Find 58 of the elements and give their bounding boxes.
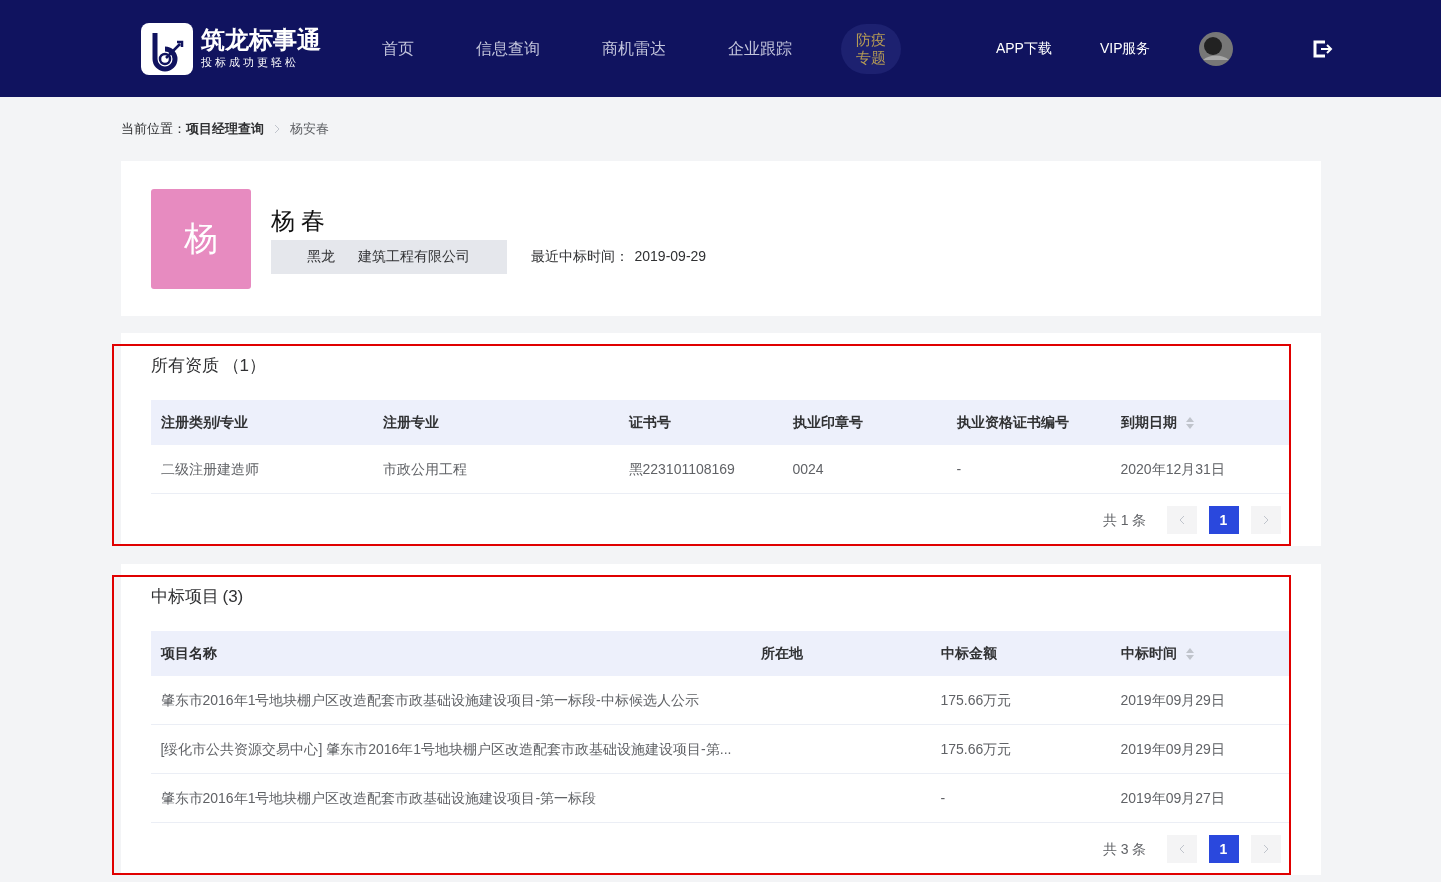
column-header: 中标金额 (940, 644, 997, 663)
company-tag: 黑龙 建筑工程有限公司 (270, 239, 507, 274)
breadcrumb-link[interactable]: 杨安春 (289, 119, 329, 139)
table-cell: 175.66万元 (940, 692, 1012, 708)
chevron-left-icon (1177, 844, 1186, 854)
table-cell: [绥化市公共资源交易中心] 肇东市2016年1号地块棚户区改造配套市政基础设施建设项目-第... (160, 741, 732, 757)
table-cell: 市政公用工程 (382, 461, 467, 477)
logo-icon (140, 22, 193, 75)
column-header: 执业资格证书编号 (956, 413, 1069, 432)
breadcrumb-link[interactable]: 项目经理查询 (185, 119, 264, 139)
page-button[interactable]: 1 (1208, 506, 1239, 534)
table-cell: - (956, 461, 962, 477)
chevron-right-icon (1261, 844, 1270, 854)
section-title: 中标项目 (150, 586, 219, 609)
nav-link[interactable]: 商机雷达 (588, 36, 679, 61)
column-header: 注册类别/专业 (160, 413, 249, 432)
section-title: 所有资质 (150, 355, 219, 378)
table-cell: 2019年09月29日 (1120, 741, 1225, 757)
chevron-right-icon (273, 124, 280, 134)
logo-title: 筑龙标事通 (200, 26, 321, 55)
table-cell: 175.66万元 (940, 741, 1012, 757)
breadcrumb-label: 当前位置： (120, 120, 186, 139)
table-cell: 2019年09月29日 (1120, 692, 1225, 708)
table-cell: 肇东市2016年1号地块棚户区改造配套市政基础设施建设项目-第一标段-中标候选人公示 (160, 692, 699, 708)
column-header: 所在地 (760, 644, 803, 663)
table-cell: 2019年09月27日 (1120, 790, 1225, 806)
sort-icon[interactable] (1184, 646, 1195, 661)
person-name: 杨 春 (270, 205, 327, 236)
last-win-date: 2019-09-29 (634, 247, 707, 266)
table-cell: 2020年12月31日 (1120, 461, 1225, 477)
logo-slogan: 投标成功更轻松 (200, 55, 300, 71)
table-cell: - (940, 790, 946, 806)
chevron-right-icon (1261, 515, 1270, 525)
nav-link[interactable]: 企业跟踪 (714, 36, 805, 61)
nav-link[interactable]: 信息查询 (462, 36, 553, 61)
header-link[interactable]: VIP服务 (1099, 38, 1151, 59)
table-cell: 肇东市2016年1号地块棚户区改造配套市政基础设施建设项目-第一标段 (160, 790, 597, 806)
section-count: （1） (222, 355, 266, 378)
table-cell: 0024 (792, 461, 824, 477)
avatar: 杨 (150, 188, 251, 289)
column-header: 证书号 (628, 413, 671, 432)
header-link[interactable]: APP下载 (995, 38, 1052, 59)
column-header: 执业印章号 (792, 413, 863, 432)
last-win-label: 最近中标时间： (530, 247, 629, 266)
column-header[interactable]: 中标时间 (1120, 643, 1177, 664)
section-count: (3) (222, 586, 244, 609)
chevron-left-icon (1177, 515, 1186, 525)
total-count: 共 3 条 (1102, 839, 1147, 859)
table-cell: 黑223101108169 (628, 461, 735, 477)
column-header: 项目名称 (160, 644, 217, 663)
nav-link[interactable]: 首页 (368, 36, 427, 61)
total-count: 共 1 条 (1102, 510, 1147, 530)
column-header[interactable]: 到期日期 (1120, 412, 1177, 433)
logout-icon[interactable] (1312, 39, 1333, 58)
sort-icon[interactable] (1184, 415, 1195, 430)
column-header: 注册专业 (382, 413, 439, 432)
page-button[interactable]: 1 (1208, 835, 1239, 863)
table-cell: 二级注册建造师 (160, 461, 259, 477)
